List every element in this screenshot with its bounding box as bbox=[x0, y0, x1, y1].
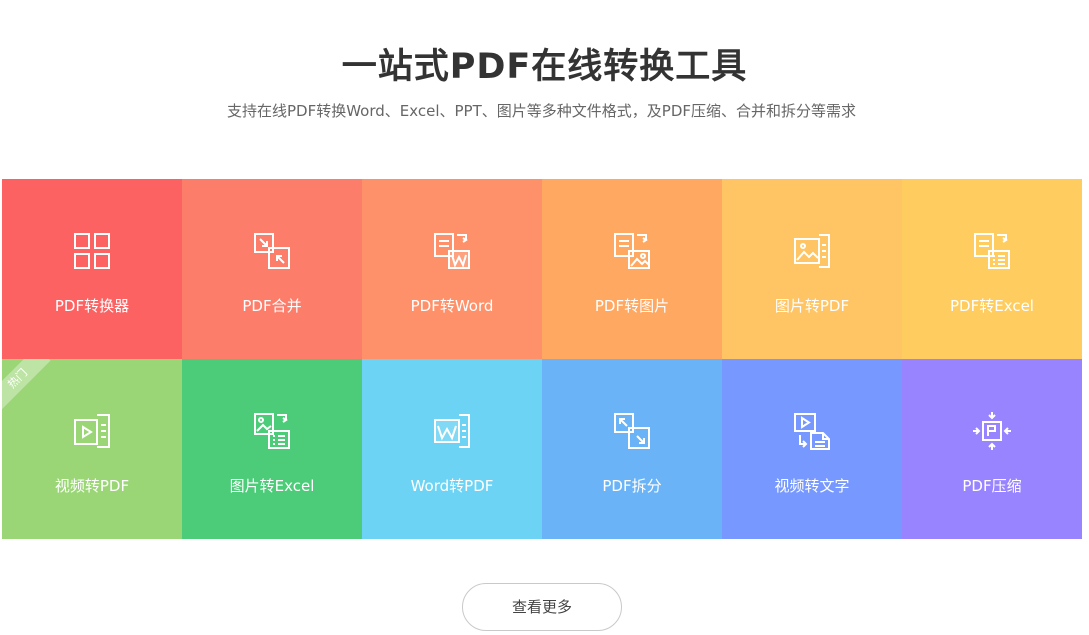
tool-tile-pdf-split[interactable]: PDF拆分 bbox=[542, 359, 722, 539]
tool-label: 视频转文字 bbox=[774, 477, 850, 495]
tool-label: PDF拆分 bbox=[602, 477, 662, 495]
doc-to-word-icon bbox=[432, 231, 472, 271]
tool-label: 视频转PDF bbox=[54, 477, 130, 495]
tool-tile-pdf-to-image[interactable]: PDF转图片 bbox=[542, 179, 722, 359]
tool-label: PDF转换器 bbox=[54, 297, 130, 315]
tool-tile-image-to-pdf[interactable]: 图片转PDF bbox=[722, 179, 902, 359]
tool-label: PDF合并 bbox=[242, 297, 302, 315]
merge-icon bbox=[252, 231, 292, 271]
video-to-doc-icon bbox=[72, 411, 112, 451]
hot-badge: 热门 bbox=[2, 359, 51, 412]
doc-to-image-icon bbox=[612, 231, 652, 271]
word-to-doc-icon bbox=[432, 411, 472, 451]
tool-label: 图片转Excel bbox=[229, 477, 315, 495]
tool-tile-video-to-text[interactable]: 视频转文字 bbox=[722, 359, 902, 539]
tool-grid: PDF转换器 PDF合并 PDF转Word PDF转图片 图片转PDF PDF转… bbox=[2, 179, 1082, 539]
tool-tile-video-to-pdf[interactable]: 热门 视频转PDF bbox=[2, 359, 182, 539]
split-icon bbox=[612, 411, 652, 451]
tool-tile-pdf-to-word[interactable]: PDF转Word bbox=[362, 179, 542, 359]
compress-icon bbox=[972, 411, 1012, 451]
view-more-button[interactable]: 查看更多 bbox=[462, 583, 622, 631]
tool-tile-pdf-converter[interactable]: PDF转换器 bbox=[2, 179, 182, 359]
page-subtitle: 支持在线PDF转换Word、Excel、PPT、图片等多种文件格式，及PDF压缩… bbox=[227, 102, 856, 120]
image-to-excel-icon bbox=[252, 411, 292, 451]
tool-label: Word转PDF bbox=[410, 477, 494, 495]
doc-to-excel-icon bbox=[972, 231, 1012, 271]
video-to-text-icon bbox=[792, 411, 832, 451]
tool-label: PDF转Word bbox=[410, 297, 494, 315]
grid-icon bbox=[72, 231, 112, 271]
tool-tile-pdf-to-excel[interactable]: PDF转Excel bbox=[902, 179, 1082, 359]
image-to-doc-icon bbox=[792, 231, 832, 271]
tool-tile-image-to-excel[interactable]: 图片转Excel bbox=[182, 359, 362, 539]
tool-label: PDF压缩 bbox=[962, 477, 1022, 495]
tool-label: 图片转PDF bbox=[774, 297, 850, 315]
tool-tile-word-to-pdf[interactable]: Word转PDF bbox=[362, 359, 542, 539]
tool-label: PDF转图片 bbox=[594, 297, 670, 315]
tool-label: PDF转Excel bbox=[950, 297, 1034, 315]
tool-tile-pdf-compress[interactable]: PDF压缩 bbox=[902, 359, 1082, 539]
page-title: 一站式PDF在线转换工具 bbox=[341, 47, 748, 87]
tool-tile-pdf-merge[interactable]: PDF合并 bbox=[182, 179, 362, 359]
